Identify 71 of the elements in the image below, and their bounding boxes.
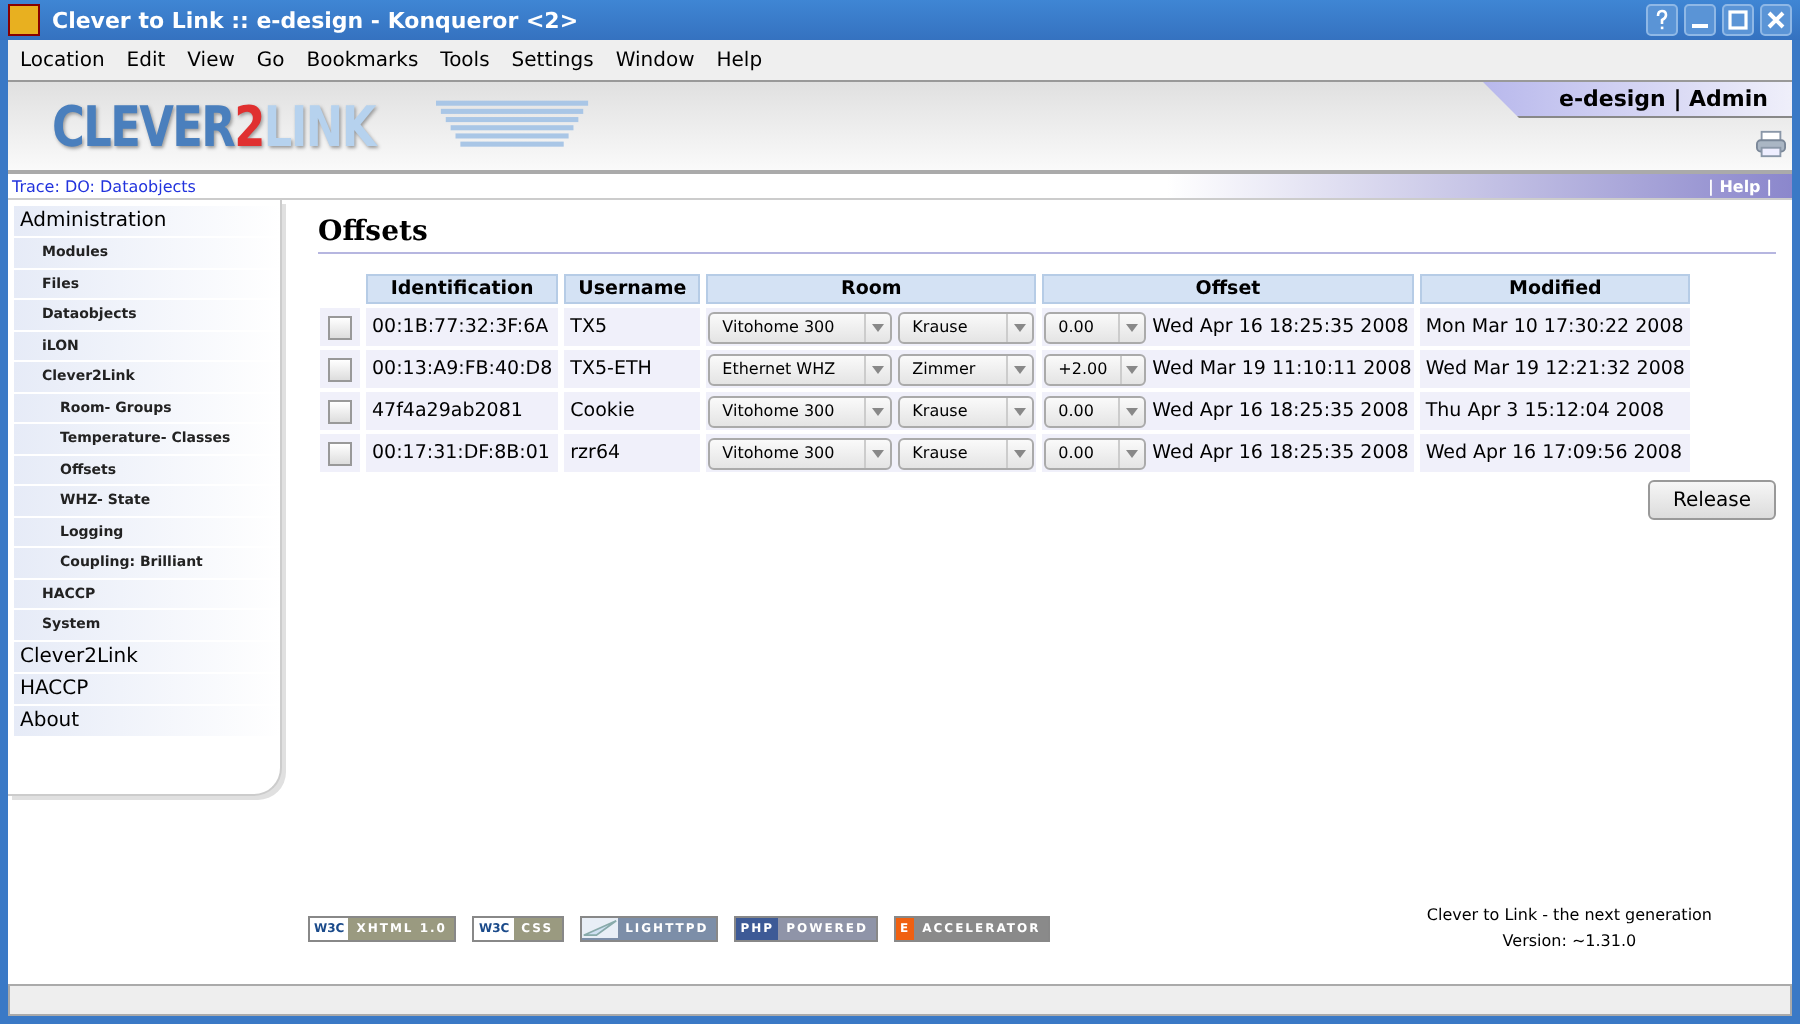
offset-date: Wed Apr 16 18:25:35 2008 (1152, 316, 1409, 338)
menu-item[interactable]: Settings (503, 49, 608, 71)
table-cell: Mon Mar 10 17:30:22 2008 (1419, 308, 1691, 346)
dropdown[interactable]: 0.00 (1044, 437, 1147, 469)
close-icon[interactable] (1760, 4, 1792, 36)
printer-icon[interactable] (1756, 130, 1786, 158)
dropdown[interactable]: +2.00 (1044, 353, 1147, 385)
logo: CLEVER2LINK (52, 93, 375, 159)
dropdown[interactable]: Vitohome 300 (708, 395, 893, 427)
dropdown[interactable]: Zimmer (898, 353, 1035, 385)
caret-icon (1126, 449, 1139, 457)
app-icon (8, 4, 40, 36)
table-cell: Wed Mar 19 12:21:32 2008 (1419, 350, 1691, 388)
menu-item[interactable]: Location (12, 49, 119, 71)
caret-icon (1014, 407, 1027, 415)
dropdown[interactable]: Krause (898, 395, 1035, 427)
tagline: Clever to Link - the next generation (1426, 904, 1712, 928)
caret-icon (1126, 407, 1139, 415)
menu-item[interactable]: Tools (432, 49, 504, 71)
page-title: Offsets (318, 216, 1776, 254)
menu-item[interactable]: Help (708, 49, 777, 71)
caret-icon (1126, 323, 1139, 331)
window-title: Clever to Link :: e-design - Konqueror <2> (52, 7, 581, 33)
dropdown[interactable]: Krause (898, 311, 1035, 343)
caret-icon (1126, 365, 1139, 373)
version-text: Version: ~1.31.0 (1500, 930, 1639, 954)
menu-item[interactable]: Bookmarks (298, 49, 433, 71)
caret-icon (872, 407, 885, 415)
table-cell: rzr64 (564, 434, 701, 472)
table-cell: 00:13:A9:FB:40:D8 (366, 350, 559, 388)
column-header: Offset (1042, 274, 1414, 304)
table-cell: Wed Apr 16 17:09:56 2008 (1419, 434, 1691, 472)
offset-date: Wed Apr 16 18:25:35 2008 (1152, 400, 1409, 422)
maximize-icon[interactable] (1722, 4, 1754, 36)
breadcrumb[interactable]: Trace: DO: Dataobjects (8, 177, 196, 195)
checkbox[interactable] (328, 315, 352, 339)
caret-icon (872, 323, 885, 331)
checkbox[interactable] (328, 357, 352, 381)
table-cell: 00:1B:77:32:3F:6A (366, 308, 559, 346)
menu-item[interactable]: View (179, 49, 249, 71)
dropdown[interactable]: 0.00 (1044, 311, 1147, 343)
caret-icon (1014, 323, 1027, 331)
table-cell: 00:17:31:DF:8B:01 (366, 434, 559, 472)
column-header: Username (564, 274, 701, 304)
caret-icon (1014, 365, 1027, 373)
dropdown[interactable]: Vitohome 300 (708, 437, 893, 469)
table-cell: TX5 (564, 308, 701, 346)
offset-date: Wed Apr 16 18:25:35 2008 (1152, 442, 1409, 464)
column-header: Identification (366, 274, 559, 304)
column-header: Modified (1419, 274, 1691, 304)
dropdown[interactable]: Krause (898, 437, 1035, 469)
caret-icon (872, 449, 885, 457)
menu-item[interactable]: Go (248, 49, 299, 71)
caret-icon (1014, 449, 1027, 457)
checkbox[interactable] (328, 441, 352, 465)
minimize-icon[interactable] (1684, 4, 1716, 36)
table-cell: TX5-ETH (564, 350, 701, 388)
release-button[interactable]: Release (1648, 480, 1776, 520)
column-header: Room (706, 274, 1037, 304)
table-cell: 47f4a29ab2081 (366, 392, 559, 430)
dropdown[interactable]: Vitohome 300 (708, 311, 893, 343)
table-cell: Thu Apr 3 15:12:04 2008 (1419, 392, 1691, 430)
caret-icon (872, 365, 885, 373)
menu-item[interactable]: Edit (118, 49, 180, 71)
help-icon[interactable] (1646, 4, 1678, 36)
dropdown[interactable]: Ethernet WHZ (708, 353, 893, 385)
offset-date: Wed Mar 19 11:10:11 2008 (1152, 358, 1412, 380)
dropdown[interactable]: 0.00 (1044, 395, 1147, 427)
menu-item[interactable]: Window (607, 49, 709, 71)
checkbox[interactable] (328, 399, 352, 423)
table-cell: Cookie (564, 392, 701, 430)
